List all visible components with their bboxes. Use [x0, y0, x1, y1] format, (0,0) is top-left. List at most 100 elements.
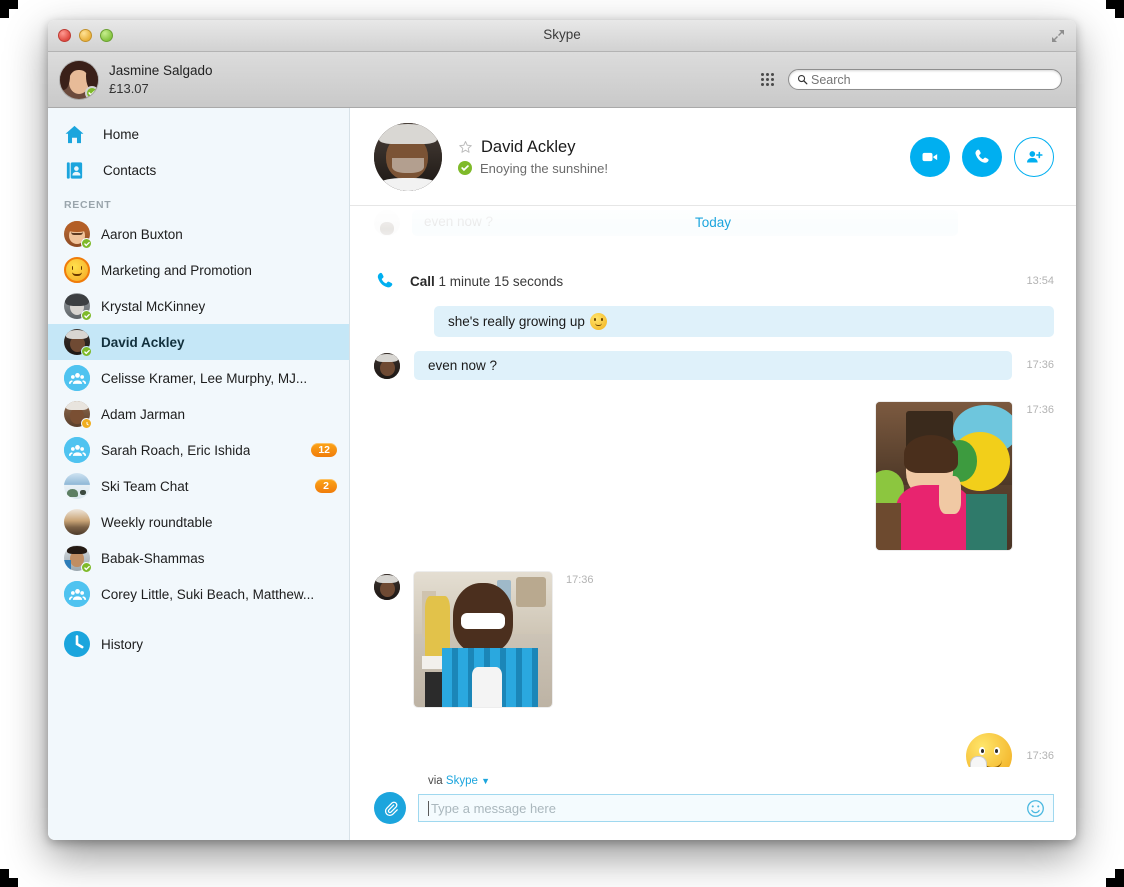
- message-row-incoming: even now ? 17:36: [350, 351, 1076, 380]
- presence-indicator: [81, 418, 92, 429]
- add-people-button[interactable]: [1014, 136, 1054, 177]
- unread-badge: 12: [311, 443, 337, 457]
- message-bubble[interactable]: even now ?: [414, 351, 1013, 380]
- presence-indicator: [458, 161, 472, 175]
- call-event-row: Call 1 minute 15 seconds 13:54: [350, 252, 1076, 292]
- message-input[interactable]: [430, 800, 1020, 816]
- phone-icon: [975, 149, 989, 163]
- list-item[interactable]: Aaron Buxton: [48, 216, 349, 252]
- sidebar-item-history[interactable]: History: [48, 626, 349, 662]
- recent-section-label: RECENT: [64, 199, 112, 211]
- text-caret: [428, 800, 429, 816]
- list-item[interactable]: Corey Little, Suki Beach, Matthew...: [48, 576, 349, 612]
- message-bubble[interactable]: she's really growing up: [434, 306, 1054, 337]
- list-item[interactable]: Sarah Roach, Eric Ishida 12: [48, 432, 349, 468]
- contact-name: Krystal McKinney: [101, 298, 206, 314]
- list-item[interactable]: Krystal McKinney: [48, 288, 349, 324]
- sidebar-item-label: History: [101, 636, 144, 652]
- timestamp: 17:36: [566, 574, 594, 586]
- avatar: [374, 574, 400, 600]
- received-photo[interactable]: [414, 572, 552, 707]
- contact-name: Babak-Shammas: [101, 550, 205, 566]
- account-name[interactable]: Jasmine Salgado: [109, 62, 213, 80]
- fullscreen-icon[interactable]: [1050, 28, 1066, 44]
- via-service-link[interactable]: Skype: [446, 775, 478, 787]
- presence-indicator: [81, 562, 92, 573]
- voice-call-button[interactable]: [962, 136, 1002, 177]
- avatar: [374, 353, 400, 379]
- sidebar: Home Contacts RECENT Aaron Buxton Market…: [48, 108, 350, 840]
- list-item[interactable]: Weekly roundtable: [48, 504, 349, 540]
- skype-window: Skype Jasmine Salgado £13.07 Search Home…: [48, 20, 1076, 840]
- search-icon: [797, 74, 808, 85]
- composer: via Skype ▼: [350, 767, 1076, 840]
- list-item[interactable]: Marketing and Promotion: [48, 252, 349, 288]
- account-balance[interactable]: £13.07: [109, 80, 213, 98]
- emoticon-picker-button[interactable]: [1026, 799, 1045, 818]
- timestamp: 17:36: [1026, 359, 1054, 371]
- crop-mark: [1115, 869, 1124, 887]
- conversation-pane: David Ackley Enoying the sunshine! Today…: [350, 108, 1076, 840]
- contact-avatar[interactable]: [374, 122, 442, 191]
- message-row-incoming-image: 17:36: [350, 572, 1076, 707]
- mood-message: Enoying the sunshine!: [480, 160, 608, 176]
- sidebar-item-label: Home: [103, 126, 140, 142]
- presence-indicator: [81, 238, 92, 249]
- presence-indicator: [81, 346, 92, 357]
- contact-name: Adam Jarman: [101, 406, 186, 422]
- account-bar: Jasmine Salgado £13.07: [48, 52, 1076, 108]
- via-service-selector[interactable]: via Skype ▼: [428, 775, 1054, 787]
- favorite-star-icon[interactable]: [458, 140, 473, 155]
- attach-file-button[interactable]: [374, 792, 406, 824]
- avatar: [64, 401, 92, 429]
- message-input-wrapper[interactable]: [418, 794, 1054, 822]
- window-title: Skype: [543, 27, 581, 42]
- title-bar: Skype: [48, 20, 1076, 52]
- contact-name: Marketing and Promotion: [101, 262, 252, 278]
- list-item[interactable]: Celisse Kramer, Lee Murphy, MJ...: [48, 360, 349, 396]
- crop-mark: [0, 0, 9, 18]
- crop-mark: [1115, 0, 1124, 18]
- video-camera-icon: [922, 152, 938, 161]
- conversation-header: David Ackley Enoying the sunshine!: [350, 108, 1076, 206]
- contact-name: Ski Team Chat: [101, 478, 189, 494]
- clock-icon: [64, 631, 90, 657]
- call-duration: 1 minute 15 seconds: [438, 273, 564, 289]
- search-field[interactable]: [788, 69, 1062, 90]
- contact-name: Celisse Kramer, Lee Murphy, MJ...: [101, 370, 308, 386]
- chevron-down-icon[interactable]: ▼: [481, 776, 490, 786]
- contact-name: Sarah Roach, Eric Ishida: [101, 442, 251, 458]
- via-prefix: via: [428, 775, 443, 787]
- list-item-selected[interactable]: David Ackley: [48, 324, 349, 360]
- message-text: even now ?: [428, 358, 498, 373]
- contact-name: Corey Little, Suki Beach, Matthew...: [101, 586, 315, 602]
- dialpad-icon[interactable]: [761, 73, 774, 86]
- unread-badge: 2: [315, 479, 337, 493]
- phone-icon: [374, 270, 396, 292]
- group-icon: [64, 581, 90, 607]
- avatar: [64, 473, 90, 499]
- paperclip-icon: [384, 801, 398, 816]
- list-item[interactable]: Ski Team Chat 2: [48, 468, 349, 504]
- giggle-emoticon-icon[interactable]: [966, 733, 1013, 767]
- video-call-button[interactable]: [910, 136, 950, 177]
- avatar: [64, 329, 92, 357]
- call-label: Call: [410, 273, 435, 289]
- search-input[interactable]: [811, 72, 1053, 87]
- message-row-outgoing: she's really growing up: [350, 306, 1076, 337]
- avatar[interactable]: [60, 60, 98, 99]
- contact-name: Aaron Buxton: [101, 226, 183, 242]
- avatar: [64, 293, 92, 321]
- list-item[interactable]: Adam Jarman: [48, 396, 349, 432]
- timestamp: 13:54: [1026, 275, 1054, 287]
- message-text: she's really growing up: [448, 314, 585, 329]
- message-row-outgoing-emoticon: 17:36: [350, 733, 1076, 767]
- contact-name: David Ackley: [101, 334, 185, 350]
- group-icon: [64, 437, 90, 463]
- contact-name: David Ackley: [481, 137, 576, 156]
- list-item[interactable]: Babak-Shammas: [48, 540, 349, 576]
- sidebar-item-home[interactable]: Home: [48, 116, 349, 152]
- message-list[interactable]: even now ? Today Call 1: [350, 206, 1076, 767]
- sidebar-item-contacts[interactable]: Contacts: [48, 152, 349, 188]
- sent-photo[interactable]: [876, 402, 1013, 550]
